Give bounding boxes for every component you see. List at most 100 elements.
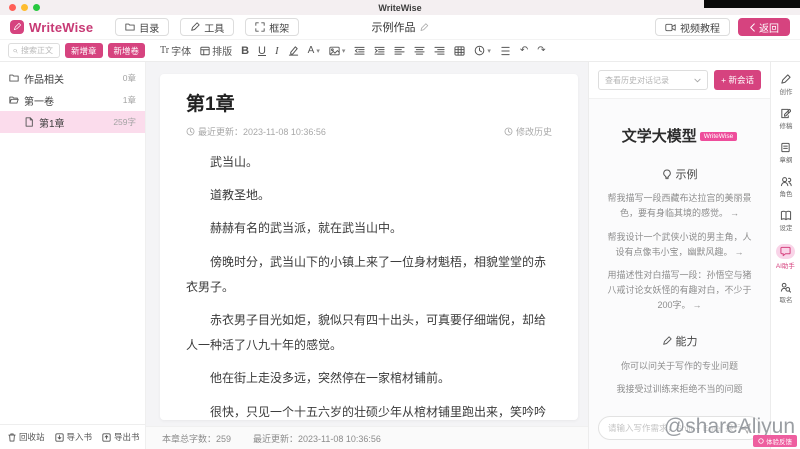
caret-down-icon: ▾ — [487, 47, 491, 55]
paragraph: 道教圣地。 — [210, 188, 271, 203]
redo-button[interactable]: ↷ — [537, 45, 545, 56]
rail-item-outline[interactable]: 章纲 — [779, 142, 793, 165]
trash-icon — [8, 432, 16, 442]
editor-card[interactable]: 第1章 最近更新：2023-11-08 10:36:56 修改历史 武当山。 道… — [160, 74, 578, 420]
add-chapter-button[interactable]: 新增章 — [65, 43, 103, 58]
italic-button[interactable]: I — [275, 45, 279, 57]
redo-icon: ↷ — [537, 45, 546, 56]
line-spacing-button[interactable] — [500, 46, 511, 56]
rail-item-create[interactable]: 创作 — [779, 74, 793, 97]
export-book-button[interactable]: 导出书 — [102, 431, 140, 443]
tree-item-label: 第1章 — [39, 118, 65, 130]
paragraph: 赫赫有名的武当派，就在武当山中。 — [210, 221, 403, 236]
highlight-button[interactable] — [288, 45, 299, 56]
rail-item-characters[interactable]: 角色 — [779, 176, 793, 199]
undo-button[interactable]: ↶ — [520, 45, 528, 56]
indent-increase-button[interactable] — [374, 46, 385, 56]
underline-button[interactable]: U — [258, 45, 266, 57]
arrow-right-icon: → — [734, 246, 744, 257]
word-count: 本章总字数：259 — [162, 433, 232, 444]
tree-item-chapter1[interactable]: 第1章 259字 — [0, 111, 145, 133]
example-prompt[interactable]: 用描述性对白描写一段：孙悟空与猪八戒讨论女妖怪的有趣对白，不少于200字。 → — [605, 268, 754, 313]
rail-item-revise[interactable]: 修稿 — [779, 108, 793, 131]
chat-bubble-icon — [780, 246, 791, 257]
document-icon — [25, 117, 33, 127]
export-icon — [102, 432, 111, 442]
search-input[interactable] — [21, 46, 55, 55]
chapter-content[interactable]: 武当山。 道教圣地。 赫赫有名的武当派，就在武当山中。 傍晚时分，武当山下的小镇… — [186, 150, 552, 420]
tree-item-volume1[interactable]: 第一卷 1章 — [0, 89, 145, 111]
folder-icon — [9, 74, 19, 82]
ai-assistant-panel: 查看历史对话记录 + 新会话 文学大模型 WriteWise 示例 帮我描写一段西… — [588, 62, 770, 449]
abilities-title: 能力 — [675, 335, 698, 348]
history-dropdown-value: 查看历史对话记录 — [605, 75, 669, 85]
catalog-button[interactable]: 目录 — [115, 18, 170, 36]
editor-status-bar: 本章总字数：259 最近更新：2023-11-08 10:36:56 — [146, 426, 588, 449]
feedback-label: 体验反馈 — [766, 439, 792, 446]
ability-text: 你可以问关于写作的专业问题 — [620, 360, 738, 371]
recycle-bin-label: 回收站 — [19, 432, 45, 442]
back-button-label: 返回 — [759, 23, 779, 35]
model-badge: WriteWise — [699, 132, 738, 141]
history-dropdown[interactable]: 查看历史对话记录 — [598, 70, 709, 90]
ai-prompt-box[interactable] — [598, 416, 761, 440]
indent-decrease-button[interactable] — [354, 46, 365, 56]
history-clock-button[interactable]: ▾ — [474, 45, 491, 56]
rail-item-settings[interactable]: 设定 — [779, 210, 793, 233]
formatting-icons: Tr 字体 排版 B U I A ▾ ▾ ▾ ↶ ↷ — [160, 43, 546, 59]
ai-prompt-input[interactable] — [608, 423, 740, 433]
lightbulb-icon — [662, 168, 671, 179]
chevron-left-icon — [750, 22, 755, 32]
search-box[interactable] — [8, 43, 60, 58]
app-window: WriteWise WriteWise 目录 工具 框架 示例作品 视频教程 返… — [0, 0, 800, 449]
chapter-meta: 最近更新：2023-11-08 10:36:56 修改历史 — [186, 125, 552, 142]
undo-icon: ↶ — [519, 45, 529, 56]
camera-icon — [665, 23, 676, 31]
align-left-button[interactable] — [394, 46, 405, 56]
import-book-button[interactable]: 导入书 — [54, 431, 93, 443]
send-icon[interactable] — [740, 422, 751, 434]
font-menu[interactable]: Tr 字体 — [160, 43, 191, 58]
recycle-bin-button[interactable]: 回收站 — [8, 431, 45, 443]
rail-item-label: 章纲 — [779, 157, 792, 164]
tools-button[interactable]: 工具 — [180, 18, 235, 36]
paragraph: 赤衣男子目光如炬，貌似只有四十出头，可真要仔细端倪，却给人一种活了八九十年的感觉… — [186, 312, 547, 353]
align-center-button[interactable] — [414, 46, 425, 56]
rail-item-ai-assistant[interactable]: AI助手 — [775, 244, 796, 271]
font-color-button[interactable]: A ▾ — [308, 45, 320, 56]
insert-image-button[interactable]: ▾ — [329, 46, 345, 56]
video-tutorial-button[interactable]: 视频教程 — [655, 18, 730, 36]
highlighter-icon — [288, 46, 298, 56]
edit-pencil-icon[interactable] — [420, 22, 429, 32]
tree-item-related[interactable]: 作品相关 0章 — [0, 67, 145, 89]
examples-title: 示例 — [675, 169, 698, 181]
export-book-label: 导出书 — [114, 432, 140, 442]
feedback-badge[interactable]: 体验反馈 — [753, 435, 797, 447]
insert-table-button[interactable] — [454, 45, 465, 56]
layout-label: 排版 — [212, 47, 233, 58]
new-chat-button[interactable]: + 新会话 — [714, 70, 761, 90]
font-glyph: Tr — [160, 45, 170, 56]
frame-button[interactable]: 框架 — [245, 18, 300, 36]
last-updated-text: 最近更新：2023-11-08 10:36:56 — [198, 127, 326, 137]
import-book-label: 导入书 — [66, 432, 93, 442]
pen-nib-icon — [662, 336, 672, 345]
revise-doc-icon — [781, 108, 791, 119]
format-toolbar: 新增章 新增卷 Tr字体 排版 B U I A▾ ▾ — [0, 40, 800, 62]
rail-item-naming[interactable]: 取名 — [779, 282, 793, 305]
add-volume-button[interactable]: 新增卷 — [107, 43, 146, 58]
bold-button[interactable]: B — [241, 45, 249, 57]
feedback-icon — [758, 438, 764, 444]
screen-overlay-bar — [704, 0, 800, 8]
rail-item-label: 取名 — [779, 297, 792, 304]
clock-icon — [186, 127, 195, 136]
layout-menu[interactable]: 排版 — [200, 43, 232, 58]
example-prompt[interactable]: 帮我描写一段西藏布达拉宫的美丽景色，要有身临其境的感觉。 → — [605, 191, 754, 221]
revision-history-button[interactable]: 修改历史 — [504, 125, 552, 138]
chapter-tree: 作品相关 0章 第一卷 1章 第1章 259字 — [0, 62, 145, 133]
back-button[interactable]: 返回 — [738, 18, 790, 36]
model-title-row: 文学大模型 WriteWise — [589, 125, 770, 146]
align-right-button[interactable] — [434, 46, 445, 56]
ai-panel-header: 查看历史对话记录 + 新会话 — [589, 62, 770, 99]
example-prompt[interactable]: 帮我设计一个武侠小说的男主角，人设有点像韦小宝，幽默风趣。 → — [605, 230, 754, 260]
